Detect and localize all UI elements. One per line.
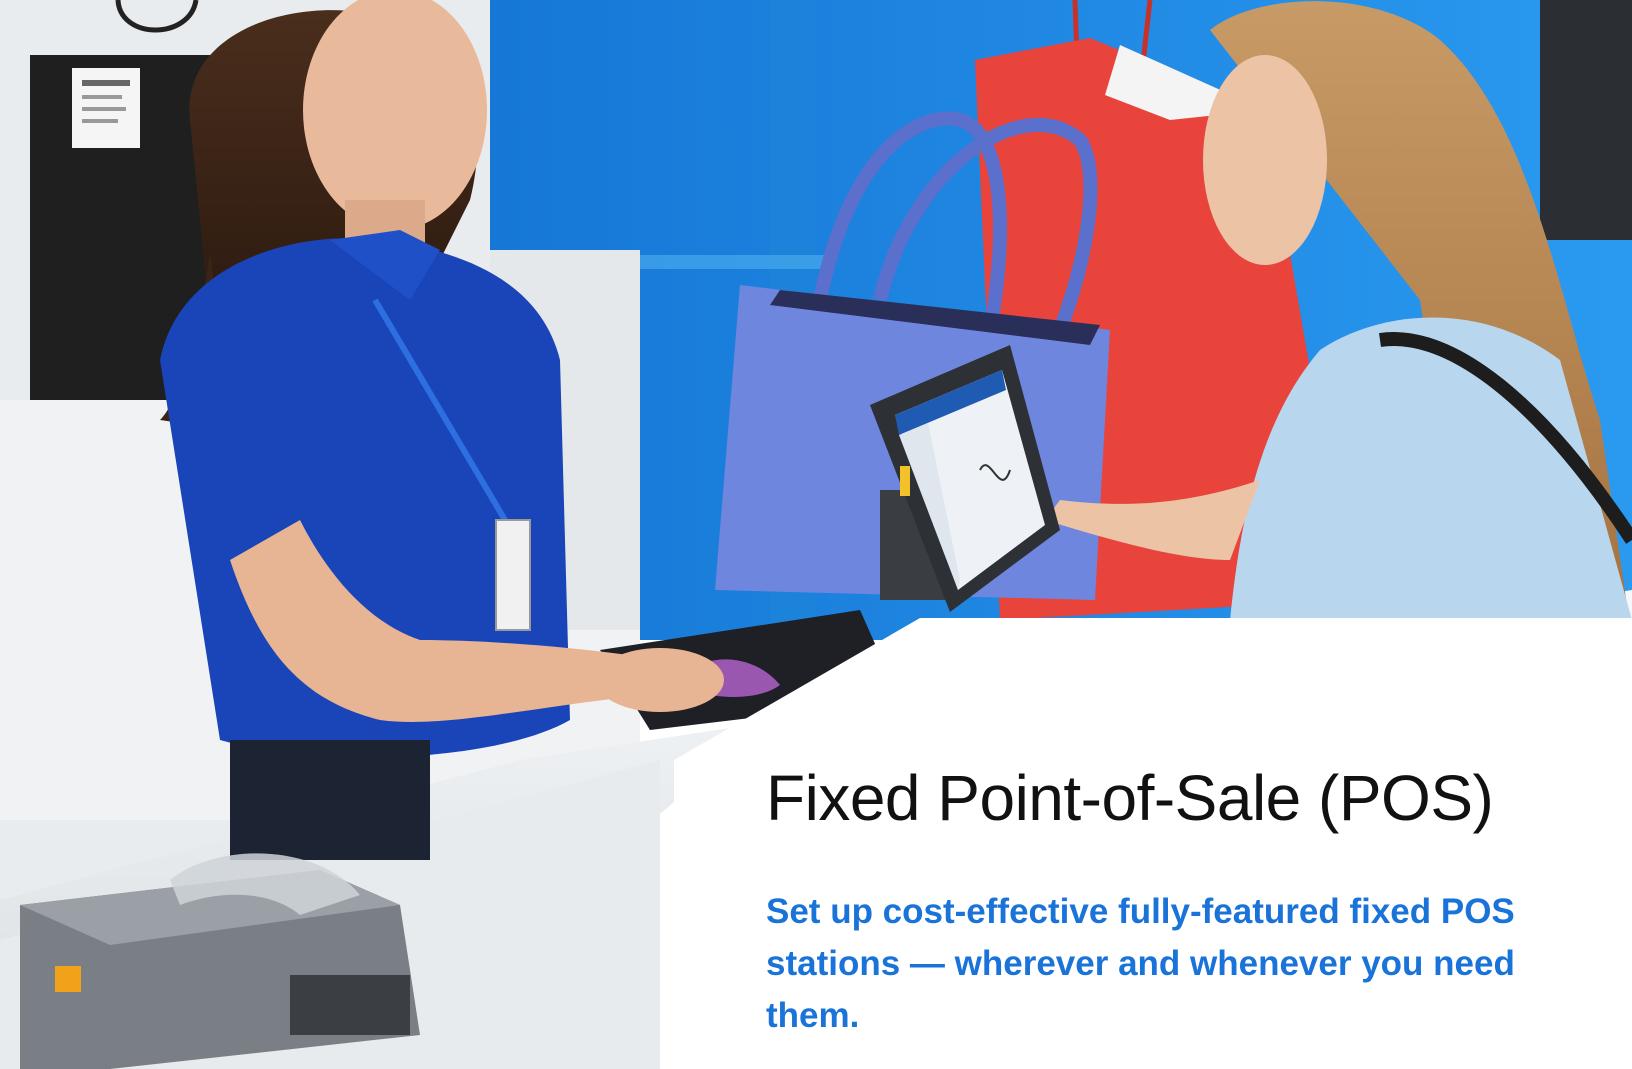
page-title: Fixed Point-of-Sale (POS) <box>766 762 1494 834</box>
page-subtitle: Set up cost-effective fully-featured fix… <box>766 892 1515 1035</box>
page-canvas: Fixed Point-of-Sale (POS) Set up cost-ef… <box>0 0 1632 1069</box>
